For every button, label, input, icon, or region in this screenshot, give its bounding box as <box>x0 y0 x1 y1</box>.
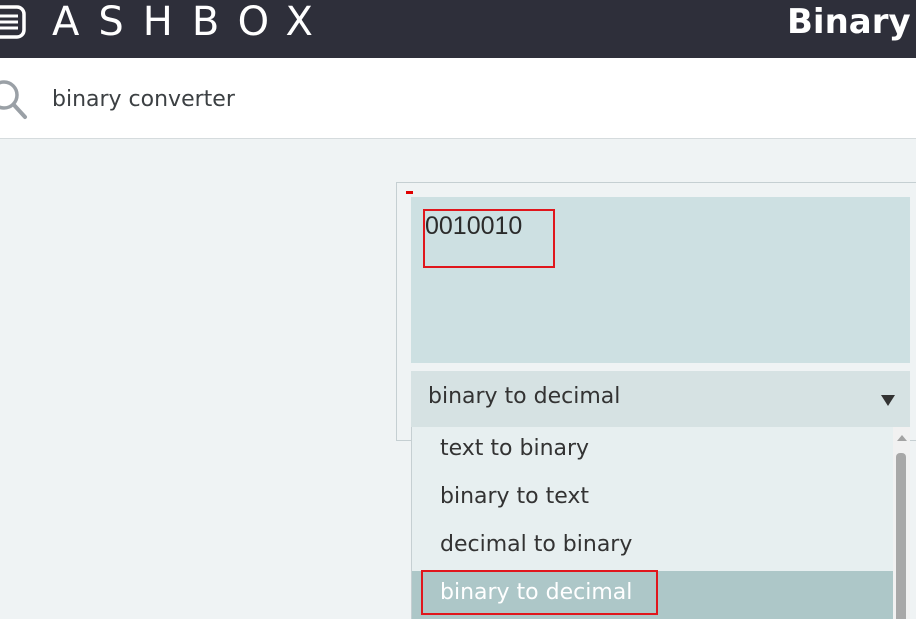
selected-mode-label: binary to decimal <box>428 384 621 409</box>
site-logo[interactable]: ASHBOX <box>52 2 397 38</box>
page-title: Binary Translator <box>787 2 916 42</box>
top-navigation-bar: ASHBOX Binary Translator <box>0 0 916 58</box>
dropdown-arrow-icon[interactable] <box>881 395 895 406</box>
selected-option-highlight <box>421 570 658 615</box>
annotation-marker <box>406 191 413 194</box>
search-bar <box>0 58 916 139</box>
search-icon[interactable] <box>0 76 30 122</box>
dropdown-scrollbar[interactable] <box>893 427 910 619</box>
svg-text:ASHBOX: ASHBOX <box>52 2 332 38</box>
option-label: decimal to binary <box>440 532 633 557</box>
search-input[interactable] <box>52 80 552 118</box>
option-label: text to binary <box>440 436 590 461</box>
option-label: binary to text <box>440 484 590 509</box>
conversion-mode-select[interactable]: binary to decimal <box>411 371 910 427</box>
input-value-highlight <box>423 209 555 268</box>
menu-icon[interactable] <box>0 4 28 40</box>
option-binary-to-text[interactable]: binary to text <box>412 475 893 523</box>
option-text-to-binary[interactable]: text to binary <box>412 427 893 475</box>
scroll-up-arrow-icon[interactable] <box>897 435 907 441</box>
option-decimal-to-binary[interactable]: decimal to binary <box>412 523 893 571</box>
scroll-thumb[interactable] <box>896 453 906 619</box>
